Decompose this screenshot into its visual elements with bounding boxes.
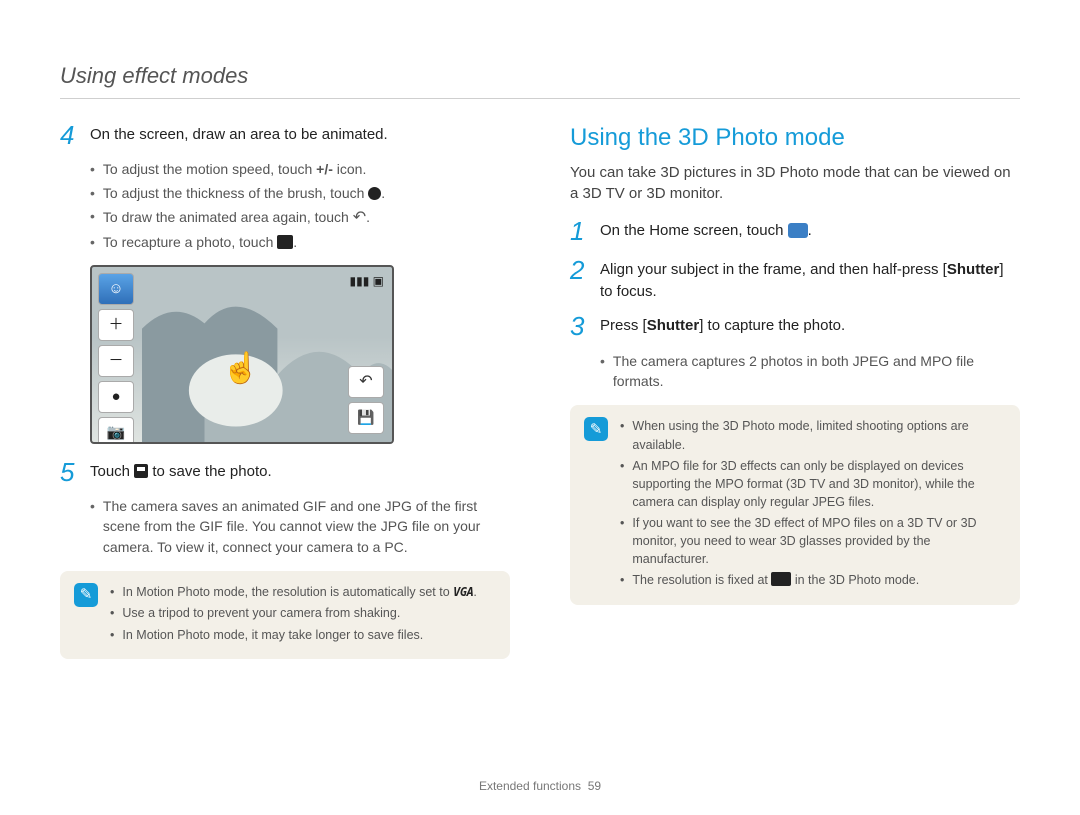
minus-button: － xyxy=(98,345,134,377)
note-box-left: ✎ In Motion Photo mode, the resolution i… xyxy=(60,571,510,659)
step-text: Align your subject in the frame, and the… xyxy=(600,256,1020,303)
vga-label: VGA xyxy=(453,584,473,601)
section-intro: You can take 3D pictures in 3D Photo mod… xyxy=(570,162,1020,206)
right-column: Using the 3D Photo mode You can take 3D … xyxy=(570,121,1020,748)
content-columns: 4 On the screen, draw an area to be anim… xyxy=(60,121,1020,748)
save-icon xyxy=(134,464,148,478)
resolution-2m-icon xyxy=(771,572,791,586)
step-number: 5 xyxy=(60,458,80,487)
screen-illustration: ▮▮▮ ▣ ☺ ＋ － ● 📷 ☝ ↶ 💾 xyxy=(90,265,394,444)
face-mode-icon: ☺ xyxy=(98,273,134,305)
breadcrumb: Using effect modes xyxy=(60,60,1020,99)
step-2: 2 Align your subject in the frame, and t… xyxy=(570,256,1020,303)
touch-pointer-icon: ☝ xyxy=(222,347,259,391)
step-4: 4 On the screen, draw an area to be anim… xyxy=(60,121,510,150)
plus-button: ＋ xyxy=(98,309,134,341)
plus-minus-icon: +/- xyxy=(316,161,333,177)
save-button: 💾 xyxy=(348,402,384,434)
brush-size-button: ● xyxy=(98,381,134,413)
step-text: On the screen, draw an area to be animat… xyxy=(90,121,510,150)
section-heading: Using the 3D Photo mode xyxy=(570,121,1020,156)
step-number: 4 xyxy=(60,121,80,150)
step-3-bullets: The camera captures 2 photos in both JPE… xyxy=(600,351,1020,392)
3d-mode-icon xyxy=(788,223,808,238)
step-text: Press [Shutter] to capture the photo. xyxy=(600,312,1020,341)
step-number: 2 xyxy=(570,256,590,303)
step-number: 3 xyxy=(570,312,590,341)
page: Using effect modes 4 On the screen, draw… xyxy=(0,0,1080,815)
step-4-bullets: To adjust the motion speed, touch +/- ic… xyxy=(90,159,510,252)
step-number: 1 xyxy=(570,217,590,246)
info-icon: ✎ xyxy=(584,417,608,441)
step-text: On the Home screen, touch . xyxy=(600,217,1020,246)
camera-icon xyxy=(277,235,293,249)
note-box-right: ✎ When using the 3D Photo mode, limited … xyxy=(570,405,1020,604)
camera-button: 📷 xyxy=(98,417,134,444)
step-text: Touch to save the photo. xyxy=(90,458,510,487)
info-icon: ✎ xyxy=(74,583,98,607)
undo-icon: ↶ xyxy=(353,209,366,226)
step-5-bullets: The camera saves an animated GIF and one… xyxy=(90,496,510,557)
step-1: 1 On the Home screen, touch . xyxy=(570,217,1020,246)
step-3: 3 Press [Shutter] to capture the photo. xyxy=(570,312,1020,341)
undo-button: ↶ xyxy=(348,366,384,398)
page-footer: Extended functions 59 xyxy=(60,778,1020,795)
step-5: 5 Touch to save the photo. xyxy=(60,458,510,487)
brush-dot-icon xyxy=(368,187,381,200)
left-column: 4 On the screen, draw an area to be anim… xyxy=(60,121,510,748)
